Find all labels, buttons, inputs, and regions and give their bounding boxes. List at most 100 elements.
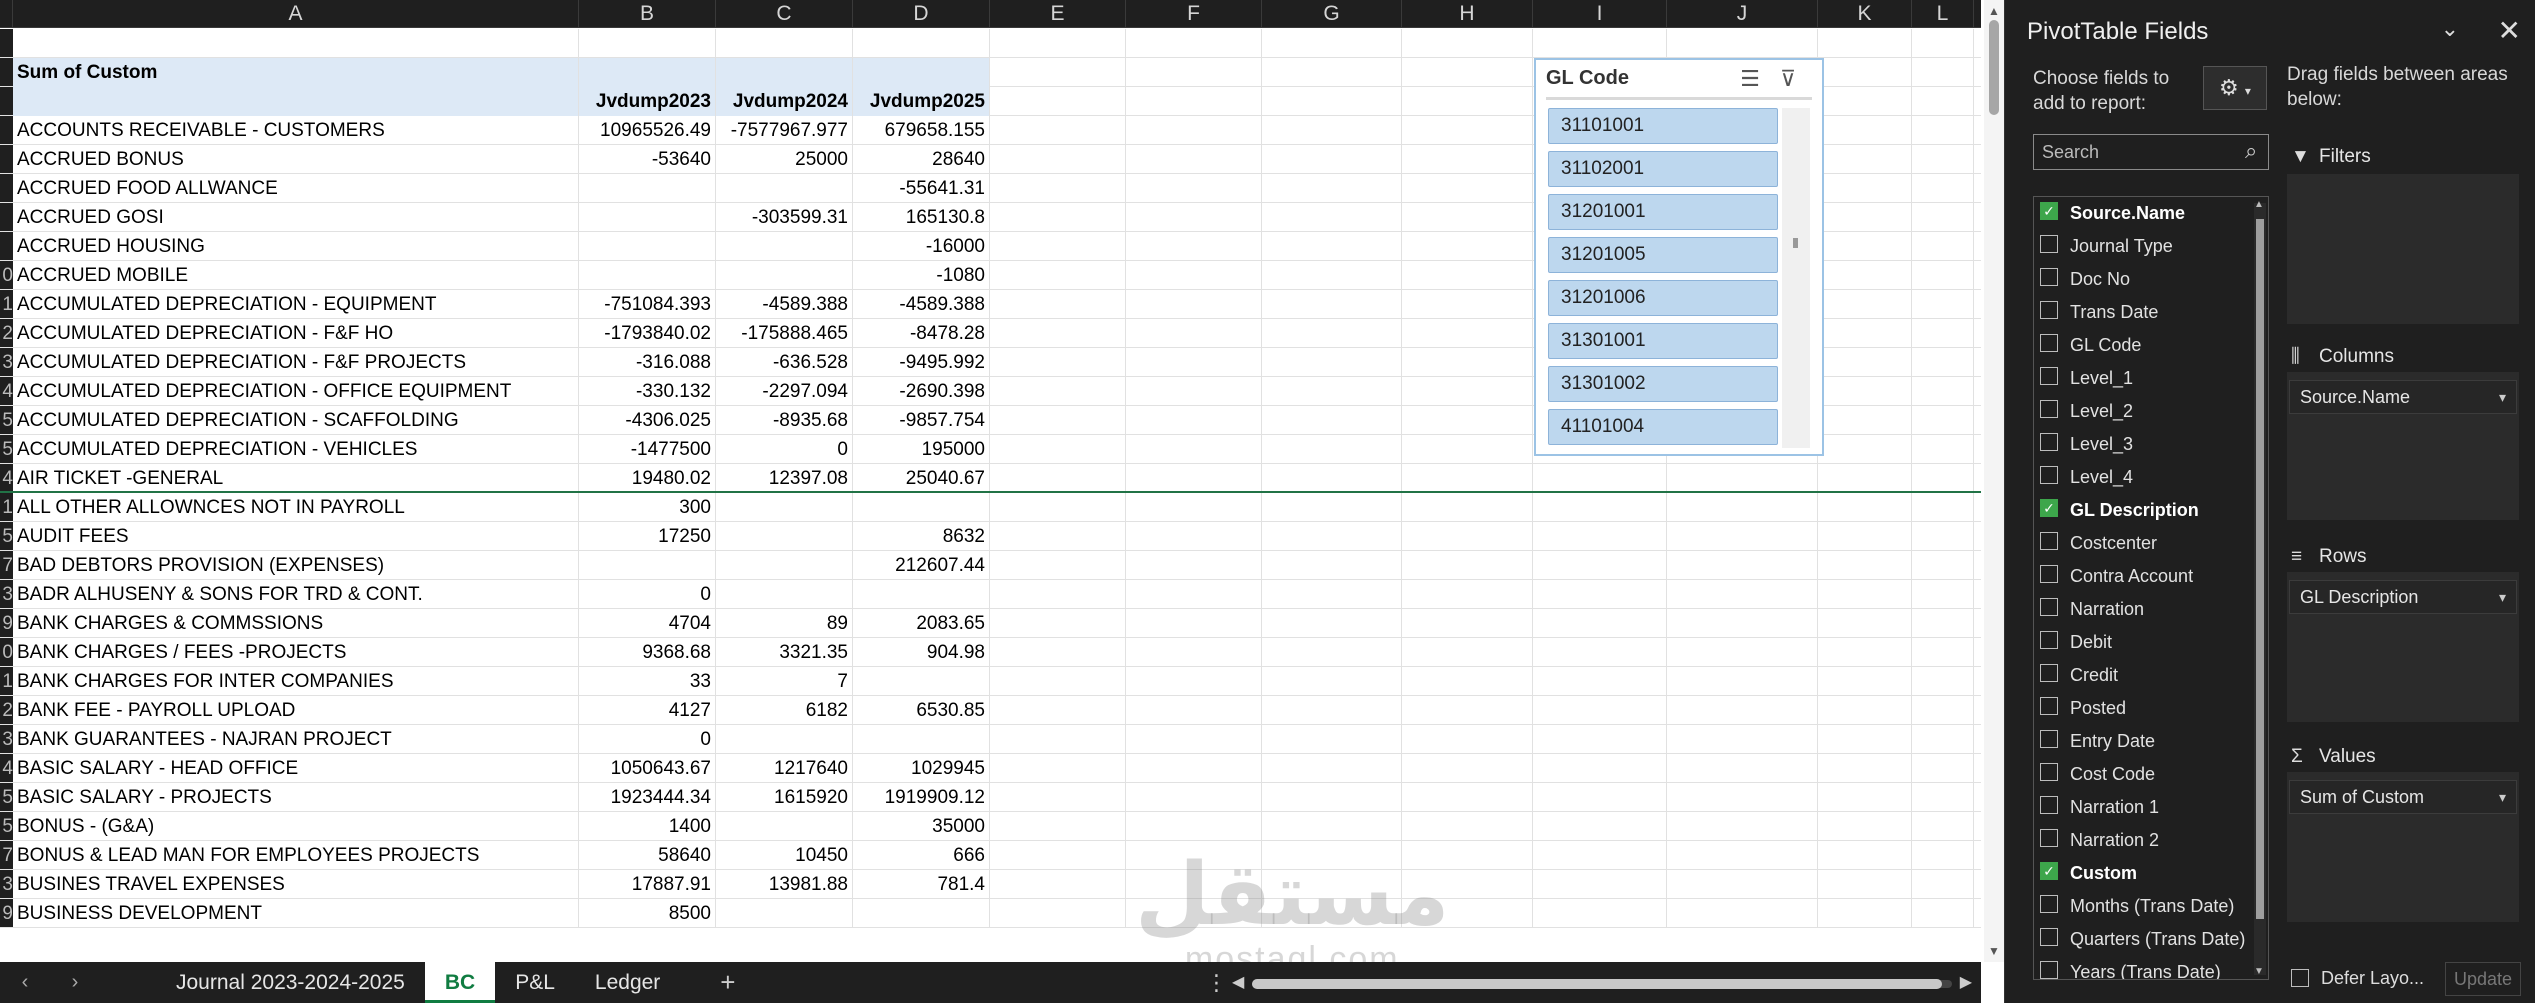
scroll-up-icon[interactable]: ▲ (1988, 4, 2000, 18)
cell[interactable] (990, 696, 1126, 725)
cell[interactable] (990, 319, 1126, 348)
cell[interactable] (1912, 870, 1974, 899)
column-header-d[interactable]: D (853, 0, 990, 28)
value-cell[interactable]: 8500 (579, 899, 716, 928)
value-cell[interactable]: -2297.094 (716, 377, 853, 406)
cell[interactable] (1912, 203, 1974, 232)
cell[interactable] (1912, 377, 1974, 406)
cell[interactable] (1533, 870, 1667, 899)
cell[interactable] (1126, 319, 1262, 348)
cell[interactable] (990, 638, 1126, 667)
row-number[interactable]: 7 (0, 551, 13, 579)
cell[interactable] (1402, 232, 1533, 261)
scroll-left-icon[interactable]: ◀ (1232, 972, 1244, 992)
value-cell[interactable]: 10965526.49 (579, 116, 716, 145)
cell[interactable] (1126, 754, 1262, 783)
column-header-c[interactable]: C (716, 0, 853, 28)
cell[interactable] (1818, 870, 1912, 899)
value-cell[interactable]: 2083.65 (853, 609, 990, 638)
cell[interactable] (1402, 783, 1533, 812)
field-item[interactable]: Level_1 (2034, 362, 2268, 395)
cell[interactable] (1667, 696, 1818, 725)
cell[interactable] (990, 667, 1126, 696)
cell[interactable] (1262, 638, 1402, 667)
row-label[interactable]: BONUS & LEAD MAN FOR EMPLOYEES PROJECTS (13, 841, 579, 870)
value-cell[interactable]: 904.98 (853, 638, 990, 667)
value-cell[interactable]: 1029945 (853, 754, 990, 783)
value-cell[interactable]: 165130.8 (853, 203, 990, 232)
cell[interactable] (1912, 783, 1974, 812)
cell[interactable] (1818, 551, 1912, 580)
row-number[interactable] (0, 145, 13, 173)
row-label[interactable]: BANK GUARANTEES - NAJRAN PROJECT (13, 725, 579, 754)
cell[interactable] (1262, 609, 1402, 638)
value-cell[interactable]: -55641.31 (853, 174, 990, 203)
cell[interactable] (1818, 377, 1912, 406)
row-label[interactable]: BADR ALHUSENY & SONS FOR TRD & CONT. (13, 580, 579, 609)
field-item[interactable]: Credit (2034, 659, 2268, 692)
cell[interactable] (1912, 522, 1974, 551)
cell[interactable] (1818, 725, 1912, 754)
value-cell[interactable] (716, 580, 853, 609)
row-label[interactable]: ACCUMULATED DEPRECIATION - SCAFFOLDING (13, 406, 579, 435)
value-cell[interactable]: 4127 (579, 696, 716, 725)
row-label[interactable]: ACCRUED BONUS (13, 145, 579, 174)
value-cell[interactable]: -175888.465 (716, 319, 853, 348)
cell[interactable] (1818, 522, 1912, 551)
row-label[interactable]: BONUS - (G&A) (13, 812, 579, 841)
cell[interactable] (990, 899, 1126, 928)
row-number[interactable]: 5 (0, 406, 13, 434)
value-cell[interactable]: 25040.67 (853, 464, 990, 493)
cell[interactable] (1818, 899, 1912, 928)
value-cell[interactable]: 12397.08 (716, 464, 853, 493)
cell[interactable] (1126, 522, 1262, 551)
cell[interactable] (990, 406, 1126, 435)
row-number[interactable]: 3 (0, 580, 13, 608)
value-cell[interactable] (716, 261, 853, 290)
row-label[interactable]: BUSINESS DEVELOPMENT (13, 899, 579, 928)
checkbox[interactable] (2040, 663, 2058, 682)
row-label[interactable]: ACCRUED MOBILE (13, 261, 579, 290)
cell[interactable] (1912, 638, 1974, 667)
cell[interactable] (1912, 667, 1974, 696)
cell[interactable] (1533, 696, 1667, 725)
value-cell[interactable]: 89 (716, 609, 853, 638)
field-item[interactable]: Cost Code (2034, 758, 2268, 791)
cell[interactable] (1533, 493, 1667, 522)
value-cell[interactable] (853, 493, 990, 522)
row-number[interactable]: 2 (0, 696, 13, 724)
field-item[interactable]: Quarters (Trans Date) (2034, 923, 2268, 956)
search-icon[interactable]: ⌕ (2245, 138, 2257, 164)
column-header-h[interactable]: H (1402, 0, 1533, 28)
cell[interactable] (1126, 174, 1262, 203)
value-cell[interactable]: 0 (579, 580, 716, 609)
value-cell[interactable]: 666 (853, 841, 990, 870)
value-cell[interactable]: -1793840.02 (579, 319, 716, 348)
cell[interactable] (1912, 493, 1974, 522)
row-label[interactable]: AUDIT FEES (13, 522, 579, 551)
cell[interactable] (1402, 290, 1533, 319)
cell[interactable] (990, 261, 1126, 290)
multi-select-icon[interactable]: ☰ (1736, 65, 1764, 93)
scroll-right-icon[interactable]: ▶ (1960, 972, 1972, 992)
row-number[interactable]: 1 (0, 667, 13, 695)
cell[interactable] (1262, 232, 1402, 261)
cell[interactable] (1818, 783, 1912, 812)
cell[interactable] (1533, 551, 1667, 580)
cell[interactable] (1262, 406, 1402, 435)
cell[interactable] (1126, 29, 1262, 58)
checkbox[interactable] (2040, 597, 2058, 616)
cell[interactable] (1667, 725, 1818, 754)
cell[interactable] (1667, 609, 1818, 638)
cell[interactable] (1126, 348, 1262, 377)
value-cell[interactable]: 8632 (853, 522, 990, 551)
value-cell[interactable]: 1217640 (716, 754, 853, 783)
cell[interactable] (1262, 812, 1402, 841)
value-cell[interactable]: 3321.35 (716, 638, 853, 667)
cell[interactable] (1262, 493, 1402, 522)
row-number[interactable]: 1 (0, 290, 13, 318)
value-cell[interactable]: 17887.91 (579, 870, 716, 899)
more-options-icon[interactable]: ⋮ (1205, 970, 1227, 996)
row-label[interactable]: BANK CHARGES FOR INTER COMPANIES (13, 667, 579, 696)
row-label[interactable]: ACCOUNTS RECEIVABLE - CUSTOMERS (13, 116, 579, 145)
